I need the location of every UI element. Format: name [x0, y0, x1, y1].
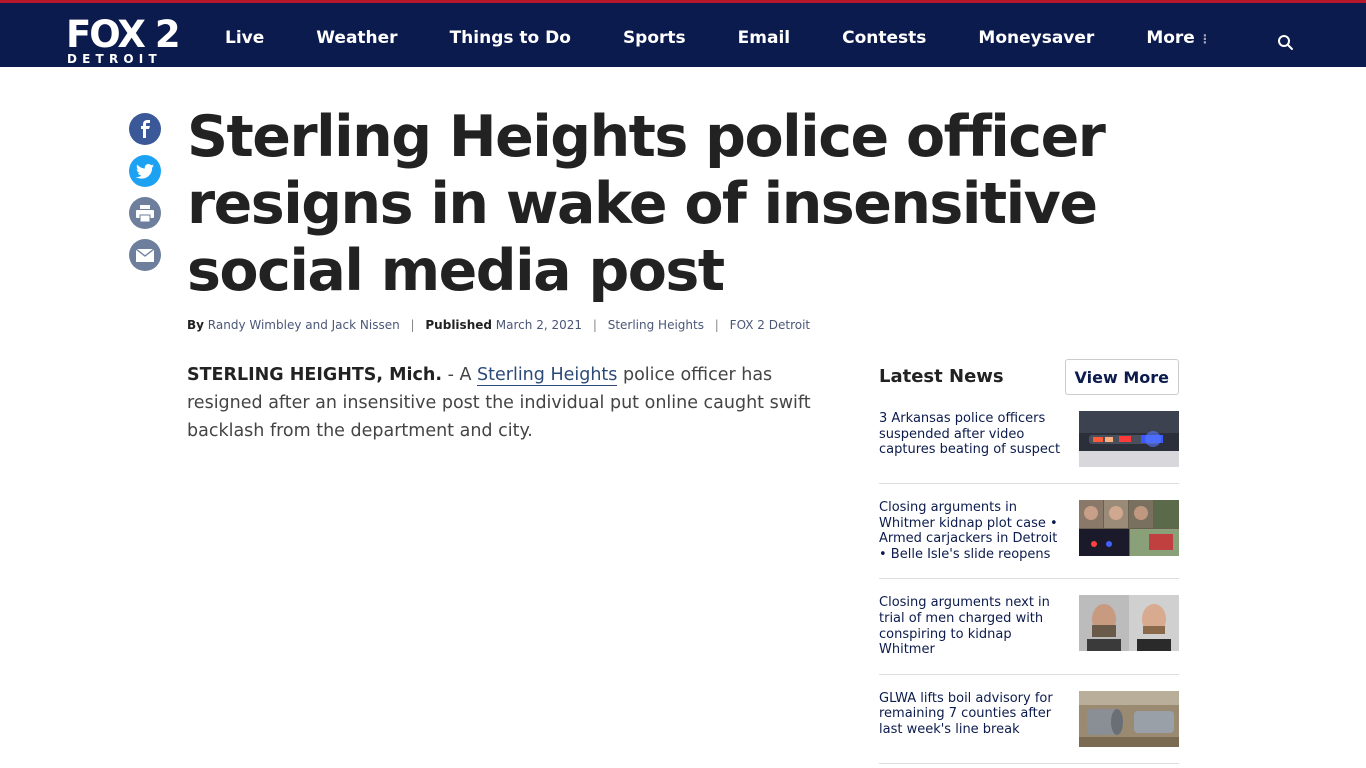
article-tag-link[interactable]: Sterling Heights — [608, 318, 704, 332]
news-collage-thumbnail[interactable] — [1079, 500, 1179, 556]
nav-weather[interactable]: Weather — [316, 28, 397, 48]
nav-contests[interactable]: Contests — [842, 28, 926, 48]
nav-things-to-do[interactable]: Things to Do — [450, 28, 571, 48]
byline-authors[interactable]: Randy Wimbley and Jack Nissen — [208, 318, 400, 332]
sterling-heights-link[interactable]: Sterling Heights — [477, 365, 618, 386]
byline-by-label: By — [187, 318, 204, 332]
print-icon[interactable] — [129, 197, 161, 229]
nav-more-label: More — [1146, 28, 1195, 48]
article-byline: By Randy Wimbley and Jack Nissen | Publi… — [187, 318, 810, 332]
article-dateline: STERLING HEIGHTS, Mich. — [187, 365, 443, 385]
fox2-detroit-logo[interactable]: FOX 2 DETROIT — [66, 15, 184, 67]
article-source[interactable]: FOX 2 Detroit — [730, 318, 810, 332]
nav-live[interactable]: Live — [225, 28, 264, 48]
mugshots-thumbnail[interactable] — [1079, 595, 1179, 652]
byline-separator: | — [410, 318, 415, 332]
water-main-thumbnail[interactable] — [1079, 690, 1179, 747]
article-lead-paragraph: STERLING HEIGHTS, Mich. - A Sterling Hei… — [187, 361, 842, 445]
news-item[interactable]: 3 Arkansas police officers suspended aft… — [879, 411, 1179, 484]
news-item-title[interactable]: 3 Arkansas police officers suspended aft… — [879, 411, 1069, 467]
news-item-title[interactable]: Closing arguments in Whitmer kidnap plot… — [879, 500, 1069, 562]
police-lights-thumbnail[interactable] — [1079, 411, 1179, 467]
site-header: FOX 2 DETROIT Live Weather Things to Do … — [0, 0, 1366, 67]
logo-wordmark: FOX 2 — [66, 13, 181, 56]
share-toolbar — [129, 113, 161, 281]
news-item[interactable]: Closing arguments in Whitmer kidnap plot… — [879, 500, 1179, 580]
news-item[interactable]: Closing arguments next in trial of men c… — [879, 595, 1179, 675]
nav-sports[interactable]: Sports — [623, 28, 686, 48]
lead-prefix: - A — [442, 365, 478, 385]
latest-news-header: Latest News View More — [879, 359, 1179, 395]
byline-separator: | — [714, 318, 719, 332]
news-item-title[interactable]: Closing arguments next in trial of men c… — [879, 595, 1069, 657]
twitter-icon[interactable] — [129, 155, 161, 187]
facebook-icon[interactable] — [129, 113, 161, 145]
nav-moneysaver[interactable]: Moneysaver — [978, 28, 1094, 48]
news-item-title[interactable]: GLWA lifts boil advisory for remaining 7… — [879, 691, 1069, 747]
search-icon[interactable] — [1276, 33, 1296, 53]
logo-city: DETROIT — [67, 52, 162, 66]
byline-separator: | — [592, 318, 597, 332]
main-nav: Live Weather Things to Do Sports Email C… — [200, 6, 1237, 70]
published-label: Published — [425, 318, 492, 332]
nav-email[interactable]: Email — [738, 28, 790, 48]
more-dots-icon: ⋮ — [1198, 32, 1211, 46]
article-headline: Sterling Heights police officer resigns … — [187, 104, 1106, 304]
news-item[interactable]: GLWA lifts boil advisory for remaining 7… — [879, 690, 1179, 764]
latest-news-title: Latest News — [879, 366, 1004, 387]
view-more-button[interactable]: View More — [1064, 359, 1179, 395]
published-date: March 2, 2021 — [495, 318, 582, 332]
email-icon[interactable] — [129, 239, 161, 271]
latest-news-sidebar: Latest News View More 3 Arkansas police … — [879, 359, 1179, 768]
nav-more[interactable]: More ⋮ — [1146, 28, 1211, 48]
